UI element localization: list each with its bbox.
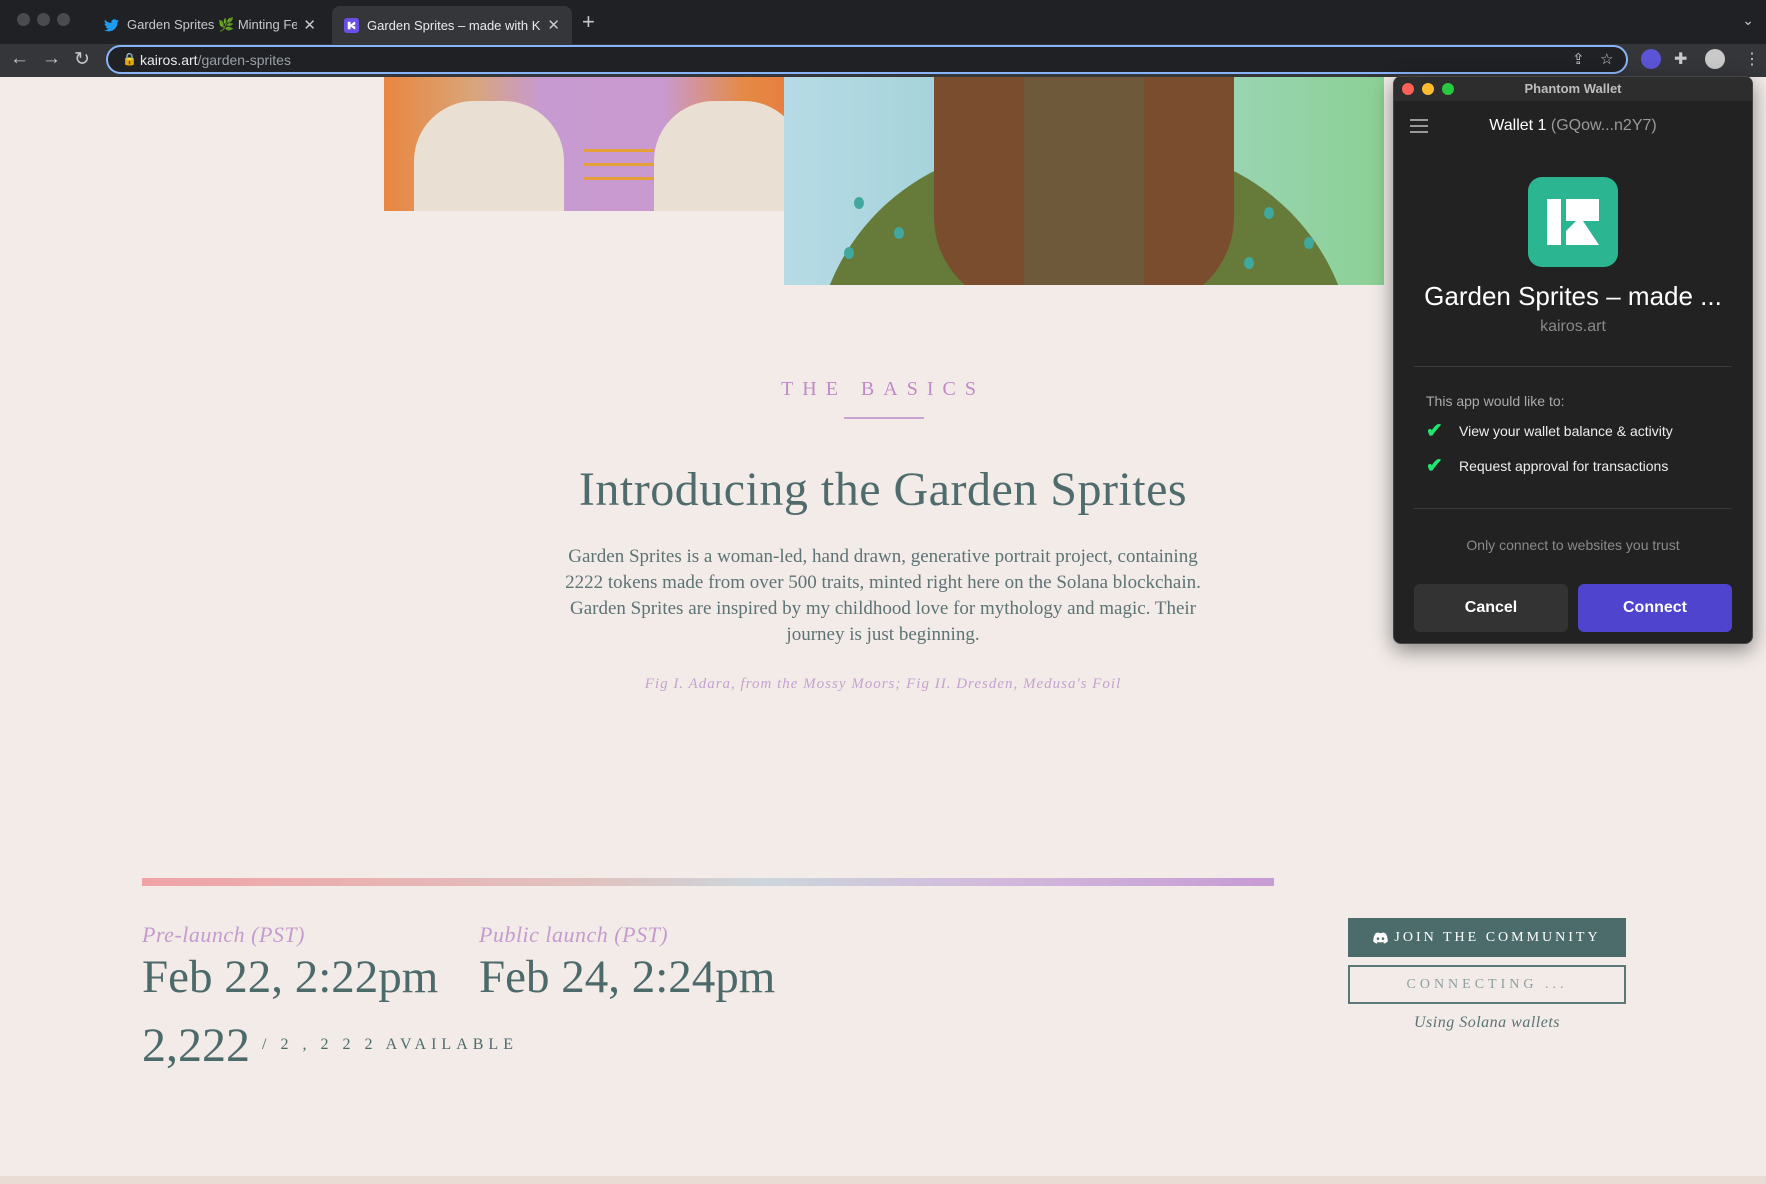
artwork-adara	[384, 77, 834, 211]
permission-item: ✔ View your wallet balance & activity	[1426, 420, 1673, 442]
browser-menu-icon[interactable]: ⋮	[1744, 49, 1760, 69]
bookmark-star-icon[interactable]: ☆	[1600, 50, 1613, 68]
browser-tab-bar: Garden Sprites 🌿 Minting Feb ✕ Garden Sp…	[0, 0, 1766, 44]
reload-icon[interactable]: ↻	[74, 48, 90, 71]
url-text: kairos.art/garden-sprites	[140, 52, 291, 68]
browser-toolbar: ← → ↻ 🔒 kairos.art/garden-sprites ⇪ ☆ ✚ …	[0, 44, 1766, 77]
phantom-window-title: Phantom Wallet	[1524, 81, 1622, 96]
tab-close-icon[interactable]: ✕	[303, 16, 316, 34]
tab-title: Garden Sprites 🌿 Minting Feb	[127, 17, 298, 32]
public-launch-label: Public launch (PST)	[479, 922, 669, 947]
forward-arrow-icon[interactable]: →	[42, 48, 61, 70]
tab-search-chevron-icon[interactable]: ⌄	[1742, 12, 1754, 29]
tab-title: Garden Sprites – made with Ka	[367, 17, 542, 33]
app-logo-icon	[1528, 177, 1618, 267]
phantom-header: Wallet 1 (GQow...n2Y7)	[1394, 101, 1752, 153]
address-bar[interactable]: 🔒 kairos.art/garden-sprites ⇪ ☆	[106, 45, 1628, 74]
gradient-divider	[142, 878, 1274, 886]
back-arrow-icon[interactable]: ←	[10, 48, 29, 70]
artwork-dresden	[784, 77, 1384, 285]
permission-item: ✔ Request approval for transactions	[1426, 455, 1669, 477]
public-launch-date: Feb 24, 2:24pm	[479, 951, 776, 1003]
checkmark-icon: ✔	[1426, 420, 1443, 442]
join-community-button[interactable]: JOIN THE COMMUNITY	[1348, 918, 1626, 957]
footer-strip	[0, 1176, 1766, 1184]
phantom-extension-icon[interactable]	[1641, 49, 1661, 69]
app-name: Garden Sprites – made ...	[1424, 281, 1722, 311]
wallet-address: (GQow...n2Y7)	[1550, 117, 1657, 134]
window-zoom-dot[interactable]	[57, 13, 70, 26]
permissions-heading: This app would like to:	[1426, 393, 1565, 409]
cancel-button[interactable]: Cancel	[1414, 584, 1568, 632]
available-count: / 2 , 2 2 2 AVAILABLE	[262, 1036, 518, 1053]
solana-wallets-note: Using Solana wallets	[1413, 1014, 1560, 1031]
phantom-wallet-popup: Phantom Wallet Wallet 1 (GQow...n2Y7) Ga…	[1393, 76, 1753, 644]
tab-twitter[interactable]: Garden Sprites 🌿 Minting Feb ✕	[92, 6, 328, 44]
eyebrow-divider	[844, 417, 924, 419]
prelaunch-label: Pre-launch (PST)	[142, 922, 305, 947]
phantom-title-bar: Phantom Wallet	[1394, 77, 1752, 101]
checkmark-icon: ✔	[1426, 455, 1443, 477]
discord-icon	[1373, 931, 1389, 944]
twitter-bird-icon	[104, 18, 119, 31]
divider	[1414, 508, 1732, 509]
kairos-logo-icon	[344, 17, 359, 33]
share-icon[interactable]: ⇪	[1572, 50, 1585, 68]
connecting-button[interactable]: CONNECTING ...	[1348, 965, 1626, 1004]
tab-close-icon[interactable]: ✕	[547, 16, 560, 34]
extensions-puzzle-icon[interactable]: ✚	[1674, 49, 1687, 69]
app-domain: kairos.art	[1540, 318, 1606, 335]
profile-avatar[interactable]	[1705, 49, 1725, 69]
figure-caption: Fig I. Adara, from the Mossy Moors; Fig …	[644, 676, 1122, 692]
trust-warning: Only connect to websites you trust	[1466, 537, 1680, 553]
connect-button[interactable]: Connect	[1578, 584, 1732, 632]
lock-icon: 🔒	[122, 52, 137, 66]
project-description: Garden Sprites is a woman-led, hand draw…	[565, 546, 1201, 645]
token-count: 2,222	[142, 1019, 250, 1072]
new-tab-icon[interactable]: +	[582, 9, 595, 35]
window-close-dot[interactable]	[17, 13, 30, 26]
divider	[1414, 366, 1732, 367]
wallet-selector[interactable]: Wallet 1 (GQow...n2Y7)	[1394, 117, 1752, 135]
window-minimize-dot[interactable]	[37, 13, 50, 26]
join-community-label: JOIN THE COMMUNITY	[1394, 929, 1601, 945]
tab-kairos[interactable]: Garden Sprites – made with Ka ✕	[332, 6, 572, 44]
prelaunch-date: Feb 22, 2:22pm	[142, 951, 439, 1003]
